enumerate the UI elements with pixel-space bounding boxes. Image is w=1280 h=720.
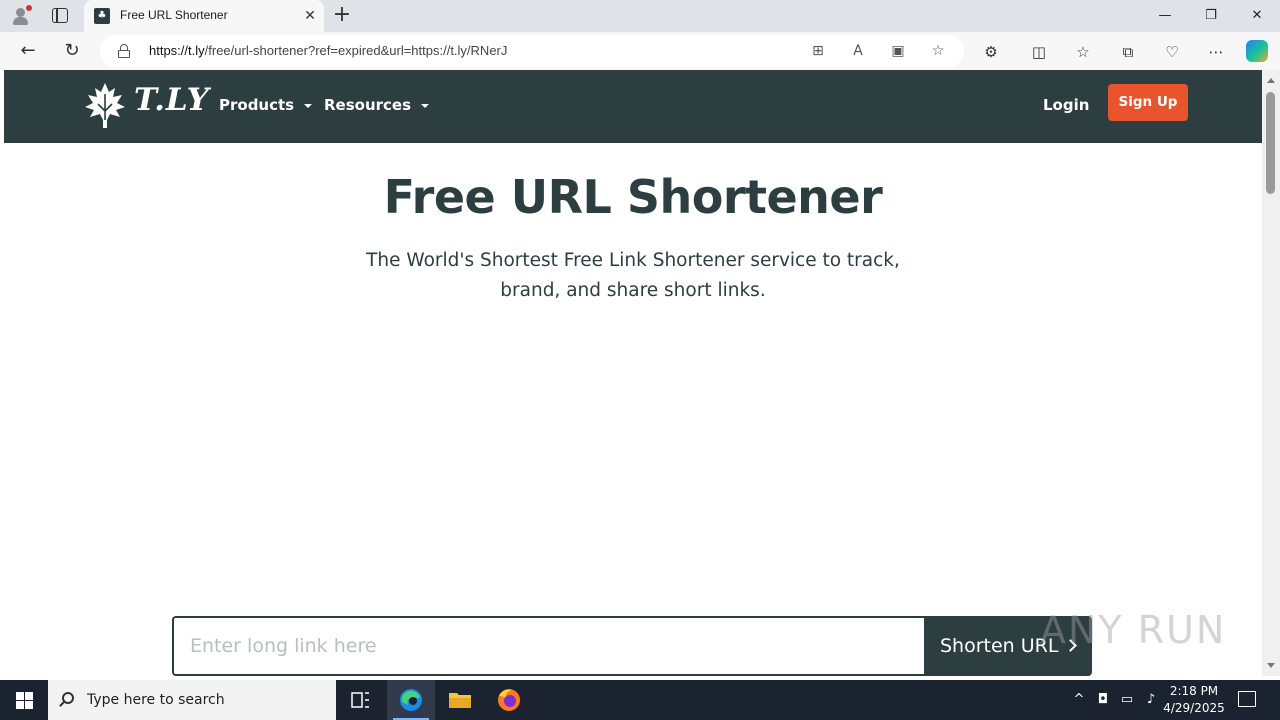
browser-essentials-icon[interactable]: ♡ — [1162, 42, 1182, 62]
back-arrow-icon[interactable]: ← — [14, 38, 42, 64]
extensions-icon[interactable]: ⚙ — [981, 42, 1001, 62]
watermark-logo: ANY RUN — [1040, 608, 1227, 652]
new-tab-button[interactable]: + — [330, 4, 354, 28]
network-icon[interactable]: ▭ — [1118, 690, 1136, 710]
signup-button[interactable]: Sign Up — [1108, 84, 1188, 121]
close-window-icon[interactable]: ✕ — [1234, 0, 1280, 32]
file-explorer-icon[interactable] — [436, 680, 484, 720]
scroll-down-icon[interactable] — [1267, 663, 1275, 668]
caret-down-icon — [421, 103, 430, 108]
read-aloud-icon[interactable]: A — [848, 41, 868, 61]
site-favicon-icon: ♣ — [94, 8, 110, 24]
firefox-icon[interactable] — [485, 680, 533, 720]
page-title: Free URL Shortener — [383, 170, 883, 224]
taskbar-clock[interactable]: 2:18 PM 4/29/2025 — [1160, 683, 1228, 717]
collections-icon[interactable]: ⧉ — [1118, 42, 1138, 62]
windows-start-icon[interactable] — [0, 680, 48, 720]
caret-down-icon — [304, 103, 313, 108]
minimize-icon[interactable]: — — [1142, 0, 1188, 32]
tree-logo-icon[interactable] — [82, 80, 128, 130]
taskbar-search-box[interactable]: Type here to search — [48, 680, 336, 720]
scroll-thumb[interactable] — [1266, 92, 1275, 194]
split-screen-icon[interactable]: ◫ — [1029, 42, 1049, 62]
search-icon — [62, 692, 74, 704]
browser-toolbar: ← ↻ https://t.ly/free/url-shortener?ref=… — [0, 32, 1280, 70]
device-icon[interactable]: ◘ — [1094, 690, 1112, 710]
nav-resources[interactable]: Resources — [324, 96, 430, 114]
shorten-form: Shorten URL — [172, 616, 1092, 676]
app-available-icon[interactable]: ⊞ — [808, 41, 828, 61]
site-header: T.LY Products Resources Login Sign Up — [4, 70, 1262, 143]
page-viewport: T.LY Products Resources Login Sign Up Fr… — [4, 70, 1262, 676]
nav-products[interactable]: Products — [219, 96, 313, 114]
login-link[interactable]: Login — [1043, 96, 1089, 114]
profile-icon[interactable] — [10, 5, 32, 27]
url-text[interactable]: https://t.ly/free/url-shortener?ref=expi… — [149, 43, 507, 58]
lock-icon[interactable] — [118, 44, 130, 58]
clock-time: 2:18 PM — [1169, 684, 1219, 698]
windows-taskbar: Type here to search ^ ◘ ▭ ♪ 2:18 PM 4/29… — [0, 680, 1280, 720]
taskbar-search-placeholder: Type here to search — [87, 692, 225, 708]
notification-icon[interactable] — [1238, 691, 1256, 707]
clock-date: 4/29/2025 — [1163, 701, 1225, 715]
refresh-icon[interactable]: ↻ — [58, 38, 86, 64]
more-menu-icon[interactable]: ⋯ — [1206, 42, 1226, 62]
page-subtitle: The World's Shortest Free Link Shortener… — [366, 250, 900, 301]
address-bar[interactable]: https://t.ly/free/url-shortener?ref=expi… — [100, 35, 964, 67]
site-logo-text[interactable]: T.LY — [134, 82, 210, 118]
favorite-star-icon[interactable]: ☆ — [928, 41, 948, 61]
tab-title: Free URL Shortener — [120, 8, 228, 22]
immersive-reader-icon[interactable]: ▣ — [888, 41, 908, 61]
tab-actions-icon[interactable] — [52, 8, 68, 23]
favorites-icon[interactable]: ☆ — [1073, 42, 1093, 62]
restore-icon[interactable]: ❐ — [1188, 0, 1234, 32]
volume-icon[interactable]: ♪ — [1142, 690, 1160, 710]
long-link-input[interactable] — [172, 616, 924, 676]
browser-tab-active[interactable]: ♣ Free URL Shortener ✕ — [84, 0, 324, 32]
browser-tab-strip: ♣ Free URL Shortener ✕ + — ❐ ✕ — [0, 0, 1280, 32]
task-view-icon[interactable] — [336, 680, 384, 720]
edge-browser-icon[interactable] — [387, 680, 435, 720]
close-tab-icon[interactable]: ✕ — [300, 6, 320, 26]
scroll-up-icon[interactable] — [1267, 78, 1275, 83]
copilot-icon[interactable] — [1246, 40, 1268, 62]
chevron-up-icon[interactable]: ^ — [1070, 690, 1088, 710]
page-scrollbar[interactable] — [1262, 70, 1280, 676]
